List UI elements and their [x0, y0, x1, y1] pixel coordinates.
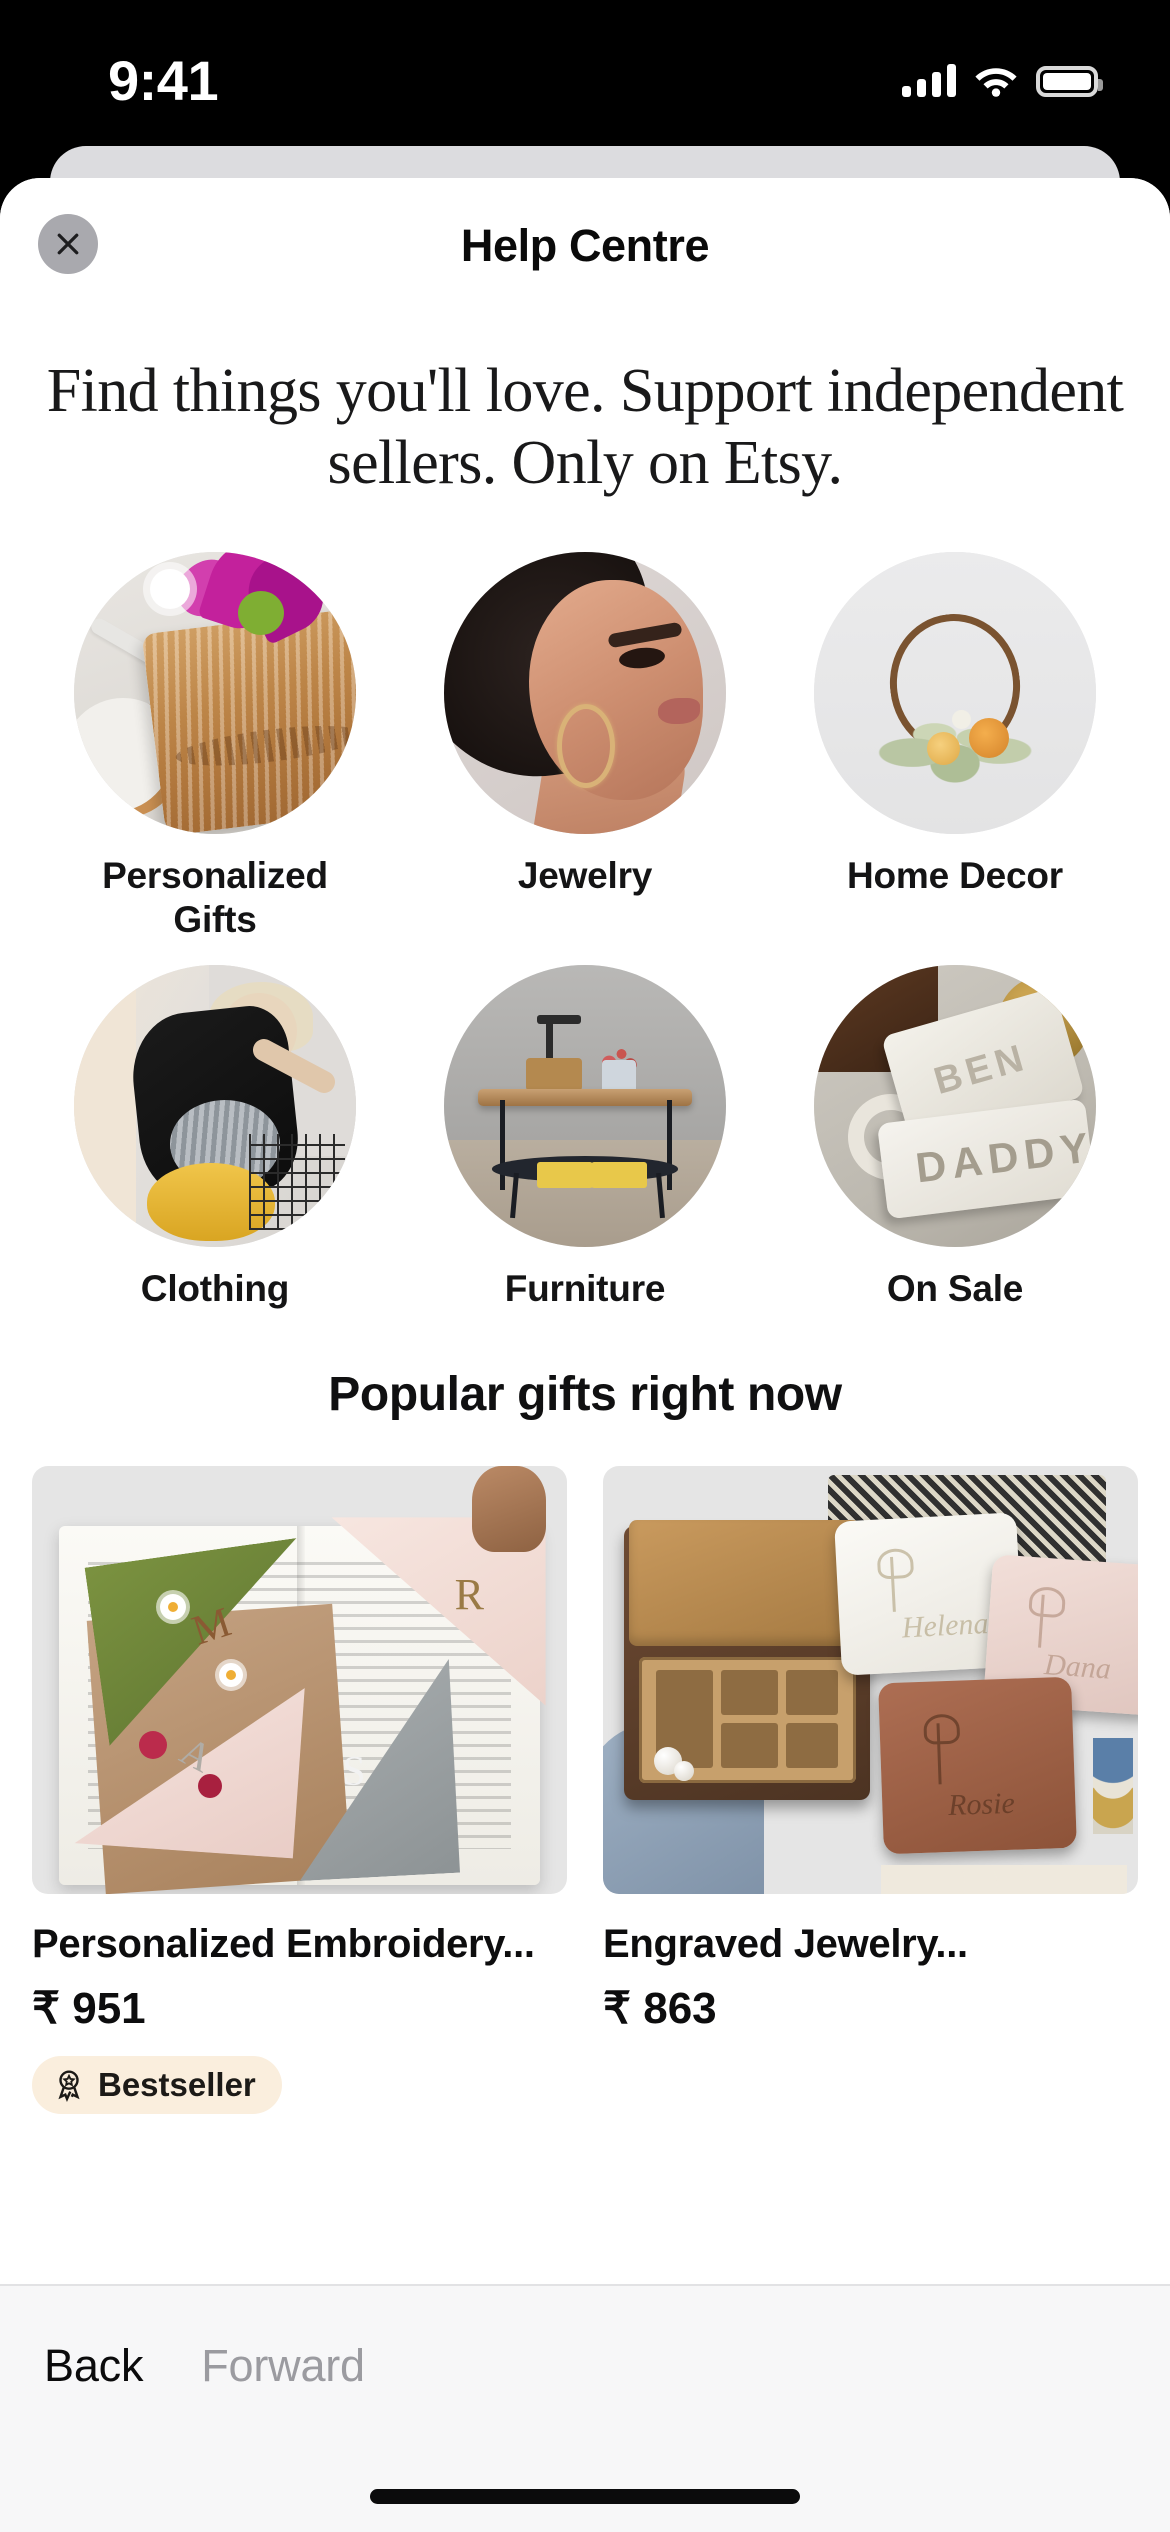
category-label: Clothing [140, 1267, 290, 1309]
product-grid: M A R S Personalized Embroidery... ₹ 951 [32, 1465, 1138, 2114]
product-price: ₹ 863 [603, 1983, 717, 2033]
award-ribbon-icon [58, 2070, 80, 2102]
product-price: ₹ 951 [32, 1983, 146, 2033]
bookmark-letter-r: R [454, 1569, 484, 1619]
category-image-furniture [444, 964, 726, 1247]
category-label: Personalized Gifts [102, 854, 328, 941]
engraved-name-white: Helena [901, 1607, 990, 1646]
category-jewelry[interactable]: Jewelry [400, 551, 770, 943]
product-title: Engraved Jewelry... [603, 1921, 968, 1966]
product-card[interactable]: M A R S Personalized Embroidery... ₹ 951 [32, 1465, 567, 2114]
home-indicator[interactable] [370, 2489, 800, 2504]
product-card[interactable]: Helena Dana Rosie Engraved Jewelry... ₹ … [603, 1465, 1138, 2114]
category-image-on-sale: BEN DADDY [814, 964, 1096, 1247]
category-personalized-gifts[interactable]: Personalized Gifts [30, 551, 400, 943]
category-image-clothing [74, 964, 356, 1247]
sale-tile-bottom-text: DADDY [912, 1123, 1096, 1192]
forward-button[interactable]: Forward [201, 2340, 365, 2392]
phone-screen: 9:41 Help Centre Find things you'll love… [0, 0, 1170, 2532]
category-clothing[interactable]: Clothing [30, 964, 400, 1311]
status-badge: Bestseller [32, 2055, 282, 2114]
product-title: Personalized Embroidery... [32, 1921, 535, 1966]
page-title: Help Centre [460, 220, 710, 271]
category-label: Furniture [504, 1267, 666, 1309]
category-grid: Personalized Gifts Jewelry Home Decor Cl… [30, 551, 1140, 1311]
cellular-signal-icon [902, 63, 956, 97]
engraved-name-brown: Rosie [947, 1786, 1016, 1822]
category-image-jewelry [444, 551, 726, 834]
wifi-icon [974, 64, 1018, 97]
status-bar-icons [902, 55, 1103, 97]
category-label: Home Decor [847, 854, 1063, 896]
status-bar-time: 9:41 [108, 49, 219, 112]
category-image-personalized-gifts [74, 551, 356, 834]
toolbar-buttons: Back Forward [0, 2286, 1170, 2392]
battery-icon [1036, 66, 1103, 97]
browser-toolbar: Back Forward [0, 2284, 1170, 2532]
sheet-content: Find things you'll love. Support indepen… [0, 308, 1170, 2284]
sheet-navbar: Help Centre [0, 178, 1170, 308]
badge-label: Bestseller [98, 2065, 256, 2103]
hero-headline: Find things you'll love. Support indepen… [46, 357, 1124, 497]
category-image-home-decor [814, 551, 1096, 834]
popular-section-title: Popular gifts right now [328, 1367, 842, 1421]
category-label: Jewelry [517, 854, 653, 896]
back-button[interactable]: Back [44, 2340, 143, 2392]
bookmark-letter-s: S [342, 1749, 366, 1796]
category-label: On Sale [886, 1267, 1024, 1309]
category-home-decor[interactable]: Home Decor [770, 551, 1140, 943]
product-image: M A R S [32, 1465, 567, 1894]
category-furniture[interactable]: Furniture [400, 964, 770, 1311]
product-image: Helena Dana Rosie [603, 1465, 1138, 1894]
status-bar: 9:41 [0, 0, 1170, 150]
sale-tile-top-text: BEN [929, 1036, 1033, 1104]
category-on-sale[interactable]: BEN DADDY On Sale [770, 964, 1140, 1311]
help-centre-sheet: Help Centre Find things you'll love. Sup… [0, 178, 1170, 2532]
